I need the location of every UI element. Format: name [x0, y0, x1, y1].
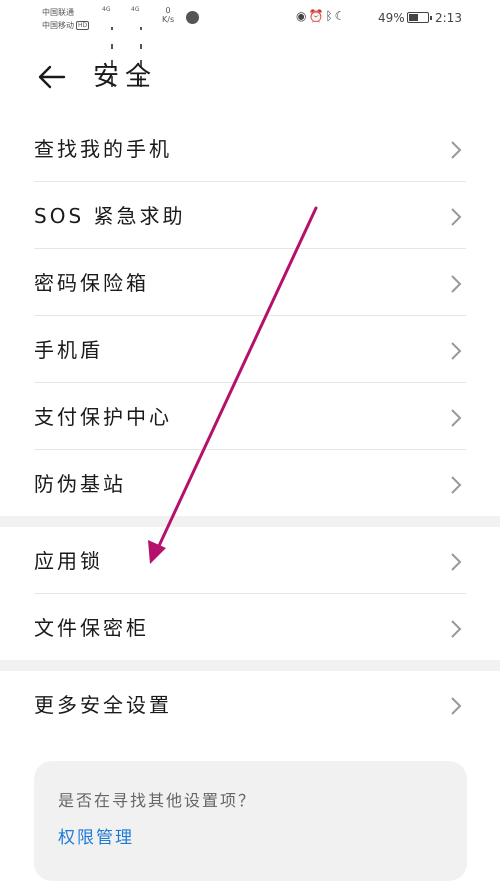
network-speed: 0 K/s [162, 6, 175, 24]
chevron-right-icon [451, 697, 462, 715]
moon-icon: ☾ [334, 9, 348, 23]
bluetooth-icon: ᛒ [325, 9, 335, 23]
divider [34, 315, 466, 316]
menu-item-find-my-phone[interactable]: 查找我的手机 [0, 116, 500, 182]
chevron-right-icon [451, 553, 462, 571]
section-gap [0, 660, 500, 671]
menu-item-phone-shield[interactable]: 手机盾 [0, 317, 500, 383]
eye-icon: ◉ [296, 9, 309, 23]
chevron-right-icon [451, 620, 462, 638]
menu-item-label: 密码保险箱 [34, 271, 149, 295]
divider [34, 382, 466, 383]
carrier-info: 中国联通 中国移动 HD [42, 6, 90, 32]
menu-item-label: 支付保护中心 [34, 405, 172, 429]
menu-item-app-lock[interactable]: 应用锁 [0, 528, 500, 594]
hd-badge: HD [76, 21, 90, 30]
network-type-1: 4G [102, 6, 111, 13]
carrier-2: 中国移动 [42, 21, 74, 30]
menu-item-label: 查找我的手机 [34, 137, 172, 161]
menu-item-label: 更多安全设置 [34, 693, 172, 717]
menu-item-label: 手机盾 [34, 338, 103, 362]
divider [34, 248, 466, 249]
chevron-right-icon [451, 409, 462, 427]
globe-icon [186, 11, 199, 24]
battery-icon [407, 12, 432, 23]
menu-item-file-safe[interactable]: 文件保密柜 [0, 595, 500, 661]
permission-management-link[interactable]: 权限管理 [58, 823, 134, 848]
suggestion-question: 是否在寻找其他设置项？ [58, 791, 257, 810]
alarm-icon: ⏰ [308, 9, 326, 23]
carrier-1: 中国联通 [42, 8, 74, 17]
menu-item-more-security-settings[interactable]: 更多安全设置 [0, 672, 500, 738]
menu-item-anti-fake-base-station[interactable]: 防伪基站 [0, 451, 500, 517]
back-arrow-icon[interactable] [34, 60, 68, 94]
chevron-right-icon [451, 342, 462, 360]
menu-item-sos[interactable]: SOS 紧急求助 [0, 183, 500, 249]
battery-percent: 49% [378, 11, 405, 25]
chevron-right-icon [451, 141, 462, 159]
suggestion-card: 是否在寻找其他设置项？ 权限管理 [34, 761, 467, 881]
menu-item-payment-protection[interactable]: 支付保护中心 [0, 384, 500, 450]
page-title: 安全 [93, 62, 158, 92]
network-type-2: 4G [131, 6, 140, 13]
menu-item-label: 应用锁 [34, 549, 103, 573]
menu-item-label: SOS 紧急求助 [34, 204, 186, 228]
divider [34, 593, 466, 594]
divider [34, 181, 466, 182]
divider [34, 449, 466, 450]
chevron-right-icon [451, 476, 462, 494]
chevron-right-icon [451, 275, 462, 293]
menu-item-label: 防伪基站 [34, 472, 126, 496]
menu-item-label: 文件保密柜 [34, 616, 149, 640]
status-bar: 中国联通 中国移动 HD 4G 4G 0 K/s ◉⏰ᛒ☾ 49% 2:13 [0, 0, 500, 87]
section-gap [0, 516, 500, 527]
clock: 2:13 [435, 11, 462, 25]
chevron-right-icon [451, 208, 462, 226]
menu-item-password-vault[interactable]: 密码保险箱 [0, 250, 500, 316]
system-icons: ◉⏰ᛒ☾ [296, 9, 347, 23]
